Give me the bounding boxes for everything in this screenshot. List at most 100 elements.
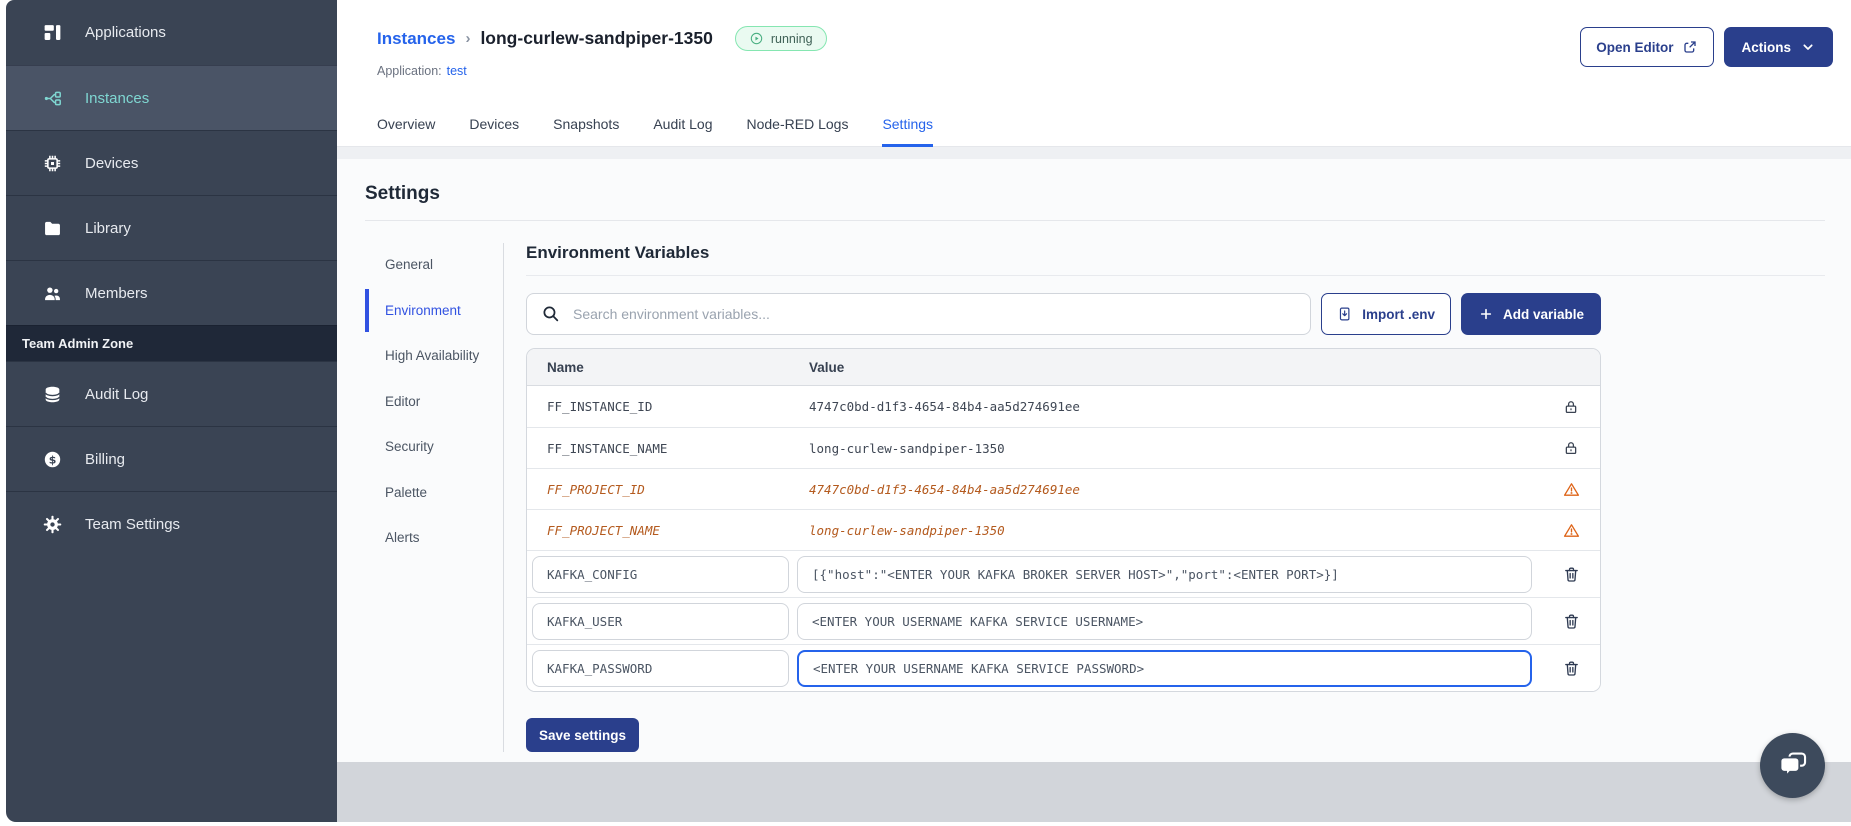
add-variable-button[interactable]: Add variable	[1460, 293, 1601, 335]
sidebar-item-label: Members	[85, 284, 148, 302]
warning-icon	[1562, 480, 1581, 499]
chat-widget-button[interactable]	[1760, 733, 1825, 798]
env-var-row-ff-project-name: FF_PROJECT_NAME long-curlew-sandpiper-135…	[527, 509, 1600, 550]
search-input[interactable]	[526, 293, 1312, 335]
sidebar-item-library[interactable]: Library	[6, 195, 337, 260]
sidebar-item-label: Audit Log	[85, 385, 149, 403]
delete-variable-button[interactable]	[1562, 612, 1581, 631]
breadcrumb: Instances › long-curlew-sandpiper-1350 r…	[377, 26, 827, 51]
sidebar-item-audit-log[interactable]: Audit Log	[6, 361, 337, 426]
chat-bubble-icon	[1776, 749, 1810, 783]
application-label: Application:	[377, 64, 442, 78]
sidebar-section-label: Team Admin Zone	[6, 325, 337, 361]
header-actions: Open Editor Actions	[1580, 27, 1833, 67]
tab-overview[interactable]: Overview	[377, 116, 435, 147]
sidebar-item-label: Instances	[85, 89, 150, 107]
sidebar-item-label: Applications	[85, 24, 166, 41]
sidebar-item-instances[interactable]: Instances	[6, 65, 337, 130]
env-var-row-ff-instance-id: FF_INSTANCE_ID 4747c0bd-d1f3-4654-84b4-aa…	[527, 386, 1600, 427]
env-var-name: FF_INSTANCE_NAME	[547, 440, 668, 456]
env-var-row-ff-instance-name: FF_INSTANCE_NAME long-curlew-sandpiper-13…	[527, 427, 1600, 468]
env-var-action-cell	[1542, 480, 1600, 499]
env-var-value-input[interactable]	[797, 555, 1532, 593]
members-icon	[42, 283, 63, 304]
tab-snapshots[interactable]: Snapshots	[553, 116, 619, 147]
env-var-value: 4747c0bd-d1f3-4654-84b4-aa5d274691ee	[809, 399, 1080, 414]
sidebar-item-label: Devices	[85, 154, 139, 172]
table-header-row: Name Value	[527, 349, 1600, 386]
status-badge-label: running	[770, 31, 813, 46]
sidebar: Applications Instances Devices Library Membe…	[6, 0, 337, 822]
instance-tabs: Overview Devices Snapshots Audit Log Node-RE…	[377, 116, 934, 147]
main-area: Instances › long-curlew-sandpiper-1350 r…	[337, 0, 1851, 822]
env-var-value-cell: long-curlew-sandpiper-1350	[795, 523, 1542, 538]
env-var-name-input[interactable]	[532, 602, 789, 640]
settings-nav-environment[interactable]: Environment	[365, 288, 503, 333]
settings-body: General Environment High Availability Edito…	[365, 221, 1825, 752]
actions-label: Actions	[1741, 39, 1791, 55]
settings-nav-alerts[interactable]: Alerts	[365, 516, 503, 560]
sidebar-item-billing[interactable]: $ Billing	[6, 426, 337, 491]
tab-node-red-logs[interactable]: Node-RED Logs	[747, 116, 849, 147]
breadcrumb-separator-icon: ›	[465, 30, 471, 47]
env-var-value-cell: 4747c0bd-d1f3-4654-84b4-aa5d274691ee	[795, 399, 1542, 414]
external-link-icon	[1682, 39, 1698, 55]
import-env-label: Import .env	[1362, 306, 1435, 322]
svg-text:$: $	[49, 453, 57, 466]
env-var-value-cell	[795, 552, 1542, 597]
tab-devices[interactable]: Devices	[469, 116, 519, 147]
env-var-action-cell	[1542, 659, 1600, 678]
tab-settings[interactable]: Settings	[882, 116, 934, 147]
env-var-name: FF_PROJECT_ID	[547, 481, 645, 497]
chevron-down-icon	[1800, 39, 1816, 55]
env-var-name-cell	[527, 646, 795, 691]
divider-band	[337, 147, 1851, 159]
env-var-name-cell: FF_INSTANCE_ID	[527, 399, 795, 414]
env-var-value-input[interactable]	[797, 602, 1532, 640]
env-var-value-input[interactable]	[797, 649, 1532, 687]
tab-audit-log[interactable]: Audit Log	[653, 116, 712, 147]
env-var-row-ff-project-id: FF_PROJECT_ID 4747c0bd-d1f3-4654-84b4-aa5…	[527, 468, 1600, 509]
actions-button[interactable]: Actions	[1724, 27, 1833, 67]
import-env-button[interactable]: Import .env	[1321, 293, 1451, 335]
column-header-value: Value	[809, 359, 845, 375]
warning-icon	[1562, 521, 1581, 540]
save-settings-button[interactable]: Save settings	[526, 718, 640, 752]
settings-nav-palette[interactable]: Palette	[365, 471, 503, 515]
trash-icon	[1562, 612, 1581, 631]
env-var-value-cell	[795, 646, 1542, 691]
applications-icon	[42, 22, 63, 43]
env-var-value: long-curlew-sandpiper-1350	[809, 522, 1005, 538]
breadcrumb-instances-link[interactable]: Instances	[377, 29, 455, 49]
env-var-value: long-curlew-sandpiper-1350	[809, 440, 1005, 456]
settings-nav-general[interactable]: General	[365, 243, 503, 287]
bottom-strip	[337, 762, 1851, 822]
application-row: Application: test	[377, 64, 467, 78]
sidebar-item-devices[interactable]: Devices	[6, 130, 337, 195]
settings-nav-editor[interactable]: Editor	[365, 380, 503, 424]
open-editor-button[interactable]: Open Editor	[1580, 27, 1715, 67]
env-vars-table: Name Value FF_INSTANCE_ID 4747c0bd-d1f3-4…	[526, 348, 1601, 692]
env-var-name: FF_INSTANCE_ID	[547, 399, 653, 414]
sidebar-item-members[interactable]: Members	[6, 260, 337, 325]
env-var-action-cell	[1542, 398, 1600, 416]
sidebar-main-nav: Applications Instances Devices Library Membe…	[6, 0, 337, 325]
sidebar-item-applications[interactable]: Applications	[6, 0, 337, 65]
sidebar-item-team-settings[interactable]: Team Settings	[6, 491, 337, 556]
env-var-name-input[interactable]	[532, 649, 789, 687]
env-var-name-cell	[527, 552, 795, 597]
application-link[interactable]: test	[447, 64, 467, 78]
env-var-name-input[interactable]	[532, 555, 789, 593]
open-editor-label: Open Editor	[1596, 39, 1674, 55]
section-title: Environment Variables	[526, 243, 1825, 276]
delete-variable-button[interactable]	[1562, 659, 1581, 678]
delete-variable-button[interactable]	[1562, 565, 1581, 584]
settings-nav-high-availability[interactable]: High Availability	[365, 334, 503, 378]
settings-nav-security[interactable]: Security	[365, 425, 503, 469]
billing-icon: $	[42, 449, 63, 470]
lock-icon	[1562, 439, 1580, 457]
env-var-row-kafka-password	[527, 644, 1600, 691]
env-var-value-cell	[795, 599, 1542, 644]
env-var-action-cell	[1542, 612, 1600, 631]
env-var-name-cell	[527, 599, 795, 644]
